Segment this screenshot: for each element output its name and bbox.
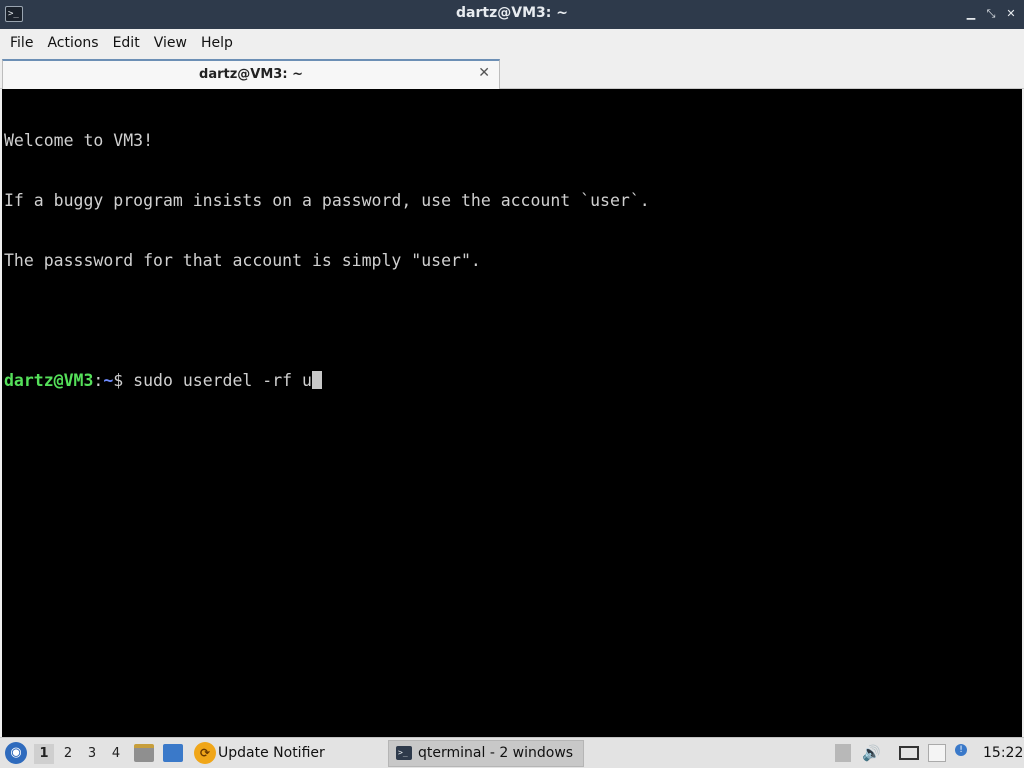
close-icon[interactable]: ✕ xyxy=(478,65,490,81)
terminal-area[interactable]: Welcome to VM3! If a buggy program insis… xyxy=(0,89,1024,737)
clock[interactable]: 15:22 xyxy=(983,745,1023,761)
prompt-path: ~ xyxy=(103,371,114,390)
desktop-4-button[interactable]: 4 xyxy=(106,744,126,764)
taskbar-qterminal-button[interactable]: >_ qterminal - 2 windows xyxy=(388,740,584,767)
terminal-line: If a buggy program insists on a password… xyxy=(4,191,650,210)
tab-label: dartz@VM3: ~ xyxy=(199,67,303,82)
taskbar: ◉ 1 2 3 4 ⟳ Update Notifier >_ qterminal… xyxy=(0,737,1024,768)
window-title: dartz@VM3: ~ xyxy=(456,5,568,21)
prompt-separator: : xyxy=(93,371,104,390)
volume-icon[interactable]: 🔊 xyxy=(862,744,882,762)
text-cursor xyxy=(311,371,322,389)
prompt-line: dartz@VM3:~$ sudo userdel -rf u xyxy=(4,371,650,391)
start-menu-icon[interactable]: ◉ xyxy=(5,742,27,764)
menu-view[interactable]: View xyxy=(147,29,194,57)
command-input[interactable]: sudo userdel -rf u xyxy=(133,371,312,390)
close-icon[interactable]: ✕ xyxy=(1004,6,1018,22)
menu-actions[interactable]: Actions xyxy=(40,29,105,57)
terminal-output: Welcome to VM3! If a buggy program insis… xyxy=(4,91,650,431)
file-manager-icon[interactable] xyxy=(134,744,154,762)
update-notifier-label[interactable]: Update Notifier xyxy=(218,745,325,761)
desktop-3-button[interactable]: 3 xyxy=(82,744,102,764)
network-icon[interactable] xyxy=(899,746,919,760)
terminal-icon: >_ xyxy=(396,746,412,760)
desktop-2-button[interactable]: 2 xyxy=(58,744,78,764)
eject-icon[interactable] xyxy=(835,744,851,762)
prompt-user-host: dartz@VM3 xyxy=(4,371,94,390)
menu-file[interactable]: File xyxy=(3,29,40,57)
window-controls: ▁ ⤡ ✕ xyxy=(964,6,1018,22)
update-notifier-icon[interactable]: ⟳ xyxy=(194,742,216,764)
window-titlebar: >_ dartz@VM3: ~ ▁ ⤡ ✕ xyxy=(0,0,1024,29)
menu-edit[interactable]: Edit xyxy=(106,29,147,57)
tab-terminal[interactable]: dartz@VM3: ~ ✕ xyxy=(2,59,500,89)
prompt-symbol: $ xyxy=(113,371,134,390)
notification-icon[interactable]: ! xyxy=(955,744,967,756)
tab-strip: dartz@VM3: ~ ✕ xyxy=(0,57,1024,89)
minimize-icon[interactable]: ▁ xyxy=(964,6,978,22)
taskbar-task-label: qterminal - 2 windows xyxy=(418,745,574,761)
show-desktop-icon[interactable] xyxy=(163,744,183,762)
terminal-line: The passsword for that account is simply… xyxy=(4,251,481,270)
terminal-line: Welcome to VM3! xyxy=(4,131,154,150)
desktop-1-button[interactable]: 1 xyxy=(34,744,54,764)
clipboard-icon[interactable] xyxy=(928,744,946,762)
menubar: File Actions Edit View Help xyxy=(0,29,1024,57)
menu-help[interactable]: Help xyxy=(194,29,240,57)
restore-icon[interactable]: ⤡ xyxy=(984,6,998,22)
